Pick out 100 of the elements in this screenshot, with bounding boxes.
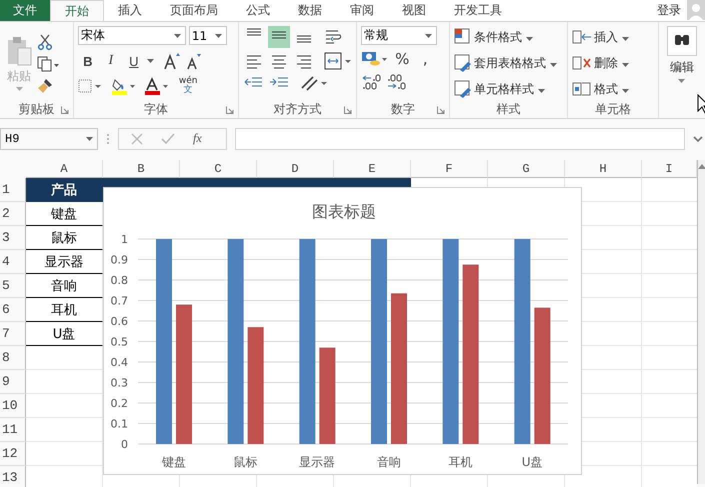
dropdown-arrow-icon[interactable] <box>550 62 557 66</box>
bold-button[interactable]: B <box>78 51 98 71</box>
font-size-dropdown[interactable]: 11 <box>188 26 227 45</box>
row-header[interactable]: 6 <box>0 298 26 322</box>
row-header[interactable]: 1 <box>0 178 26 202</box>
group-label: 数字 <box>391 100 416 118</box>
axis-tick-label: 0.9 <box>110 254 128 266</box>
column-header[interactable]: B <box>103 160 180 178</box>
row-header[interactable]: 10 <box>0 394 26 418</box>
axis-tick-label: 0.7 <box>110 294 128 308</box>
row-header[interactable]: 7 <box>0 322 26 346</box>
category-label: 键盘 <box>162 455 186 469</box>
dropdown-arrow-icon[interactable] <box>622 36 629 40</box>
cells-menu-button[interactable]: 插入 <box>594 28 629 46</box>
login-link[interactable]: 登录 <box>657 0 681 21</box>
increase-decimal-icon[interactable] <box>361 73 384 91</box>
ribbon-tab[interactable]: 开始 <box>50 0 104 21</box>
underline-button[interactable]: U <box>124 51 144 71</box>
column-header[interactable]: G <box>488 160 565 178</box>
ribbon-tab[interactable]: 公式 <box>232 0 284 21</box>
phonetic-button[interactable]: wén 文 <box>178 77 198 95</box>
italic-button[interactable]: I <box>100 51 121 71</box>
dropdown-arrow-icon[interactable] <box>174 34 181 38</box>
formula-input[interactable] <box>235 128 685 150</box>
ribbon-tab[interactable]: 开发工具 <box>440 0 516 21</box>
column-header[interactable]: E <box>334 160 411 178</box>
copy-icon[interactable] <box>37 56 59 72</box>
delete-cells-icon <box>572 54 592 72</box>
axis-tick-label: 0.4 <box>110 356 128 369</box>
row-header[interactable]: 11 <box>0 418 26 442</box>
scroll-up-icon[interactable] <box>698 164 705 169</box>
dialog-launcher-icon[interactable] <box>226 106 234 114</box>
row-header[interactable]: 12 <box>0 442 26 466</box>
axis-tick-label: 0.8 <box>110 274 128 287</box>
column-header[interactable]: A <box>26 160 103 178</box>
decrease-decimal-icon[interactable] <box>386 73 408 91</box>
cells-menu-button[interactable]: 格式 <box>594 80 629 98</box>
dropdown-arrow-icon[interactable] <box>425 34 432 38</box>
insert-function-button[interactable]: fx <box>193 131 202 146</box>
dropdown-arrow-icon[interactable] <box>146 59 154 63</box>
header-cell: 产品 <box>26 178 103 202</box>
vertical-align-button[interactable] <box>268 26 290 48</box>
styles-menu-button[interactable]: 条件格式 <box>474 28 533 46</box>
group-label: 样式 <box>496 100 520 118</box>
cells-menu-button[interactable]: 删除 <box>594 54 629 72</box>
dropdown-arrow-icon[interactable] <box>538 88 545 92</box>
vertical-scrollbar[interactable] <box>697 160 705 484</box>
dialog-launcher-icon[interactable] <box>437 106 446 114</box>
row-header[interactable]: 8 <box>0 346 26 370</box>
chart-area[interactable]: 图表标题 0 0.1 0.2 0.3 0.4 0.5 0.6 0.7 0.8 0.9 1 键盘 鼠标 显示器 音响 耳机 U盘 <box>103 187 582 475</box>
row-header[interactable]: 2 <box>0 202 26 226</box>
cell-style-icon <box>454 80 472 98</box>
file-tab[interactable]: 文件 <box>0 0 50 21</box>
borders-icon[interactable] <box>78 79 102 93</box>
column-header[interactable]: C <box>180 160 257 178</box>
column-header[interactable]: F <box>411 160 488 178</box>
ribbon-tab[interactable]: 插入 <box>104 0 156 21</box>
axis-tick-label: 0.5 <box>110 336 128 348</box>
column-header[interactable]: I <box>642 160 697 178</box>
dropdown-arrow-icon[interactable] <box>214 34 222 38</box>
dropdown-arrow-icon[interactable] <box>678 79 686 83</box>
format-cells-icon <box>572 80 592 98</box>
dialog-launcher-icon[interactable] <box>60 106 69 114</box>
ribbon-tab[interactable]: 数据 <box>284 0 336 21</box>
name-box[interactable]: H9 <box>0 128 98 150</box>
column-header[interactable]: D <box>257 160 334 178</box>
dropdown-arrow-icon[interactable] <box>526 36 533 40</box>
editing-button[interactable]: 编辑 <box>662 26 701 83</box>
increase-font-icon[interactable] <box>162 52 183 70</box>
column-header[interactable]: H <box>565 160 642 178</box>
dialog-launcher-icon[interactable] <box>344 106 352 114</box>
styles-menu-button[interactable]: 单元格样式 <box>474 80 545 98</box>
row-header[interactable]: 3 <box>0 226 26 250</box>
font-color-icon[interactable] <box>144 77 168 95</box>
orientation-icon[interactable] <box>299 74 330 92</box>
fill-color-icon[interactable] <box>110 77 135 95</box>
number-format-dropdown[interactable]: 常规 <box>361 26 438 45</box>
ribbon-tab[interactable]: 审阅 <box>336 0 388 21</box>
category-label: U盘 <box>522 455 543 469</box>
brush-icon[interactable] <box>37 78 53 94</box>
row-header[interactable]: 9 <box>0 370 26 394</box>
currency-icon[interactable] <box>361 50 390 68</box>
row-header[interactable]: 5 <box>0 274 26 298</box>
dropdown-arrow-icon[interactable] <box>86 136 93 140</box>
merge-center-icon[interactable] <box>324 52 352 70</box>
row-header[interactable]: 13 <box>0 466 26 487</box>
dropdown-arrow-icon[interactable] <box>622 88 629 92</box>
expand-icon[interactable] <box>693 136 703 142</box>
percent-button[interactable]: % <box>392 49 412 69</box>
category-label: 耳机 <box>448 455 472 469</box>
comma-button[interactable]: , <box>415 49 436 69</box>
styles-menu-button[interactable]: 套用表格格式 <box>474 54 557 72</box>
ribbon-tab[interactable]: 页面布局 <box>156 0 232 21</box>
wrap-text-icon[interactable] <box>324 28 342 46</box>
ribbon-tab[interactable]: 视图 <box>388 0 440 21</box>
dropdown-arrow-icon[interactable] <box>622 62 629 66</box>
cut-icon[interactable] <box>37 34 53 50</box>
axis-tick-label: 0 <box>121 438 128 451</box>
font-name-dropdown[interactable]: 宋体 <box>78 26 186 45</box>
row-header[interactable]: 4 <box>0 250 26 274</box>
